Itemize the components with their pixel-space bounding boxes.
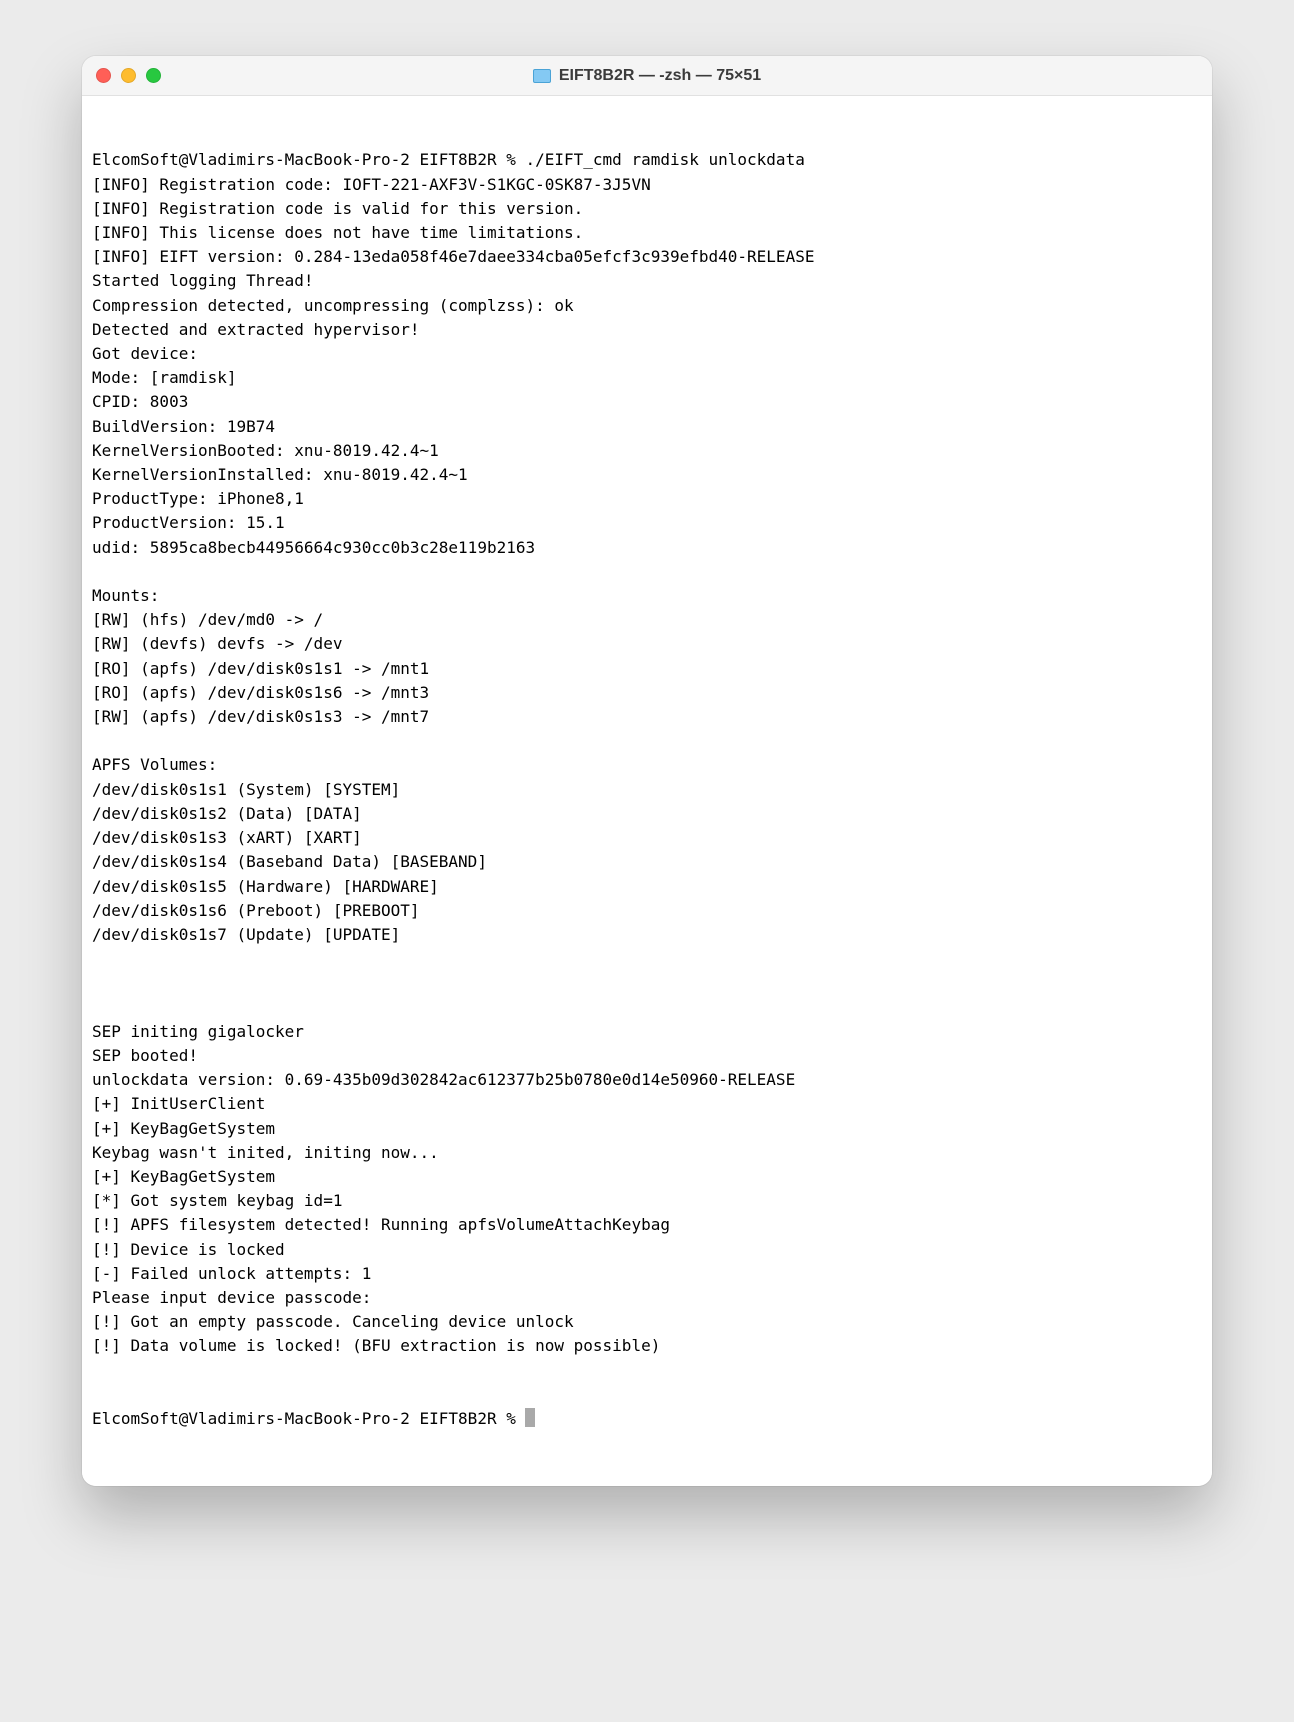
terminal-line: /dev/disk0s1s2 (Data) [DATA] — [92, 802, 1202, 826]
terminal-line: [+] KeyBagGetSystem — [92, 1165, 1202, 1189]
terminal-line: Started logging Thread! — [92, 269, 1202, 293]
cursor — [525, 1408, 535, 1427]
terminal-line: [INFO] Registration code: IOFT-221-AXF3V… — [92, 173, 1202, 197]
window-title-wrap: EIFT8B2R — -zsh — 75×51 — [533, 67, 761, 85]
terminal-line: Keybag wasn't inited, initing now... — [92, 1141, 1202, 1165]
terminal-line: ElcomSoft@Vladimirs-MacBook-Pro-2 EIFT8B… — [92, 148, 1202, 172]
terminal-output: ElcomSoft@Vladimirs-MacBook-Pro-2 EIFT8B… — [92, 148, 1202, 1358]
terminal-line: ProductType: iPhone8,1 — [92, 487, 1202, 511]
close-button[interactable] — [96, 68, 111, 83]
terminal-line: Detected and extracted hypervisor! — [92, 318, 1202, 342]
terminal-line: BuildVersion: 19B74 — [92, 415, 1202, 439]
terminal-line: udid: 5895ca8becb44956664c930cc0b3c28e11… — [92, 536, 1202, 560]
traffic-lights — [96, 68, 161, 83]
terminal-line: CPID: 8003 — [92, 390, 1202, 414]
terminal-line: [RW] (devfs) devfs -> /dev — [92, 632, 1202, 656]
terminal-line: [!] APFS filesystem detected! Running ap… — [92, 1213, 1202, 1237]
terminal-line: /dev/disk0s1s1 (System) [SYSTEM] — [92, 778, 1202, 802]
terminal-line: /dev/disk0s1s4 (Baseband Data) [BASEBAND… — [92, 850, 1202, 874]
terminal-line: [-] Failed unlock attempts: 1 — [92, 1262, 1202, 1286]
terminal-window: EIFT8B2R — -zsh — 75×51 ElcomSoft@Vladim… — [82, 56, 1212, 1486]
minimize-button[interactable] — [121, 68, 136, 83]
terminal-line: SEP initing gigalocker — [92, 1020, 1202, 1044]
terminal-line: [INFO] Registration code is valid for th… — [92, 197, 1202, 221]
terminal-line: [*] Got system keybag id=1 — [92, 1189, 1202, 1213]
terminal-line: SEP booted! — [92, 1044, 1202, 1068]
terminal-line: /dev/disk0s1s6 (Preboot) [PREBOOT] — [92, 899, 1202, 923]
terminal-line: [+] KeyBagGetSystem — [92, 1117, 1202, 1141]
terminal-line: /dev/disk0s1s5 (Hardware) [HARDWARE] — [92, 875, 1202, 899]
terminal-body[interactable]: ElcomSoft@Vladimirs-MacBook-Pro-2 EIFT8B… — [82, 96, 1212, 1486]
terminal-line: [RW] (hfs) /dev/md0 -> / — [92, 608, 1202, 632]
terminal-line — [92, 560, 1202, 584]
terminal-line: ProductVersion: 15.1 — [92, 511, 1202, 535]
titlebar[interactable]: EIFT8B2R — -zsh — 75×51 — [82, 56, 1212, 96]
terminal-line — [92, 947, 1202, 971]
terminal-line: Please input device passcode: — [92, 1286, 1202, 1310]
terminal-line: [!] Data volume is locked! (BFU extracti… — [92, 1334, 1202, 1358]
terminal-line — [92, 971, 1202, 995]
terminal-line — [92, 729, 1202, 753]
terminal-line: [RW] (apfs) /dev/disk0s1s3 -> /mnt7 — [92, 705, 1202, 729]
terminal-line: Got device: — [92, 342, 1202, 366]
terminal-line: unlockdata version: 0.69-435b09d302842ac… — [92, 1068, 1202, 1092]
terminal-line: KernelVersionInstalled: xnu-8019.42.4~1 — [92, 463, 1202, 487]
terminal-line: [RO] (apfs) /dev/disk0s1s1 -> /mnt1 — [92, 657, 1202, 681]
prompt-text: ElcomSoft@Vladimirs-MacBook-Pro-2 EIFT8B… — [92, 1409, 525, 1428]
prompt-line: ElcomSoft@Vladimirs-MacBook-Pro-2 EIFT8B… — [92, 1407, 1202, 1431]
terminal-line: Compression detected, uncompressing (com… — [92, 294, 1202, 318]
terminal-line: [RO] (apfs) /dev/disk0s1s6 -> /mnt3 — [92, 681, 1202, 705]
terminal-line: [INFO] This license does not have time l… — [92, 221, 1202, 245]
terminal-line: [INFO] EIFT version: 0.284-13eda058f46e7… — [92, 245, 1202, 269]
folder-icon — [533, 69, 551, 83]
window-title: EIFT8B2R — -zsh — 75×51 — [559, 67, 761, 85]
terminal-line: [+] InitUserClient — [92, 1092, 1202, 1116]
terminal-line: Mounts: — [92, 584, 1202, 608]
terminal-line: /dev/disk0s1s3 (xART) [XART] — [92, 826, 1202, 850]
terminal-line: KernelVersionBooted: xnu-8019.42.4~1 — [92, 439, 1202, 463]
terminal-line: APFS Volumes: — [92, 753, 1202, 777]
zoom-button[interactable] — [146, 68, 161, 83]
terminal-line: [!] Got an empty passcode. Canceling dev… — [92, 1310, 1202, 1334]
terminal-line — [92, 996, 1202, 1020]
terminal-line: Mode: [ramdisk] — [92, 366, 1202, 390]
terminal-line: [!] Device is locked — [92, 1238, 1202, 1262]
terminal-line: /dev/disk0s1s7 (Update) [UPDATE] — [92, 923, 1202, 947]
